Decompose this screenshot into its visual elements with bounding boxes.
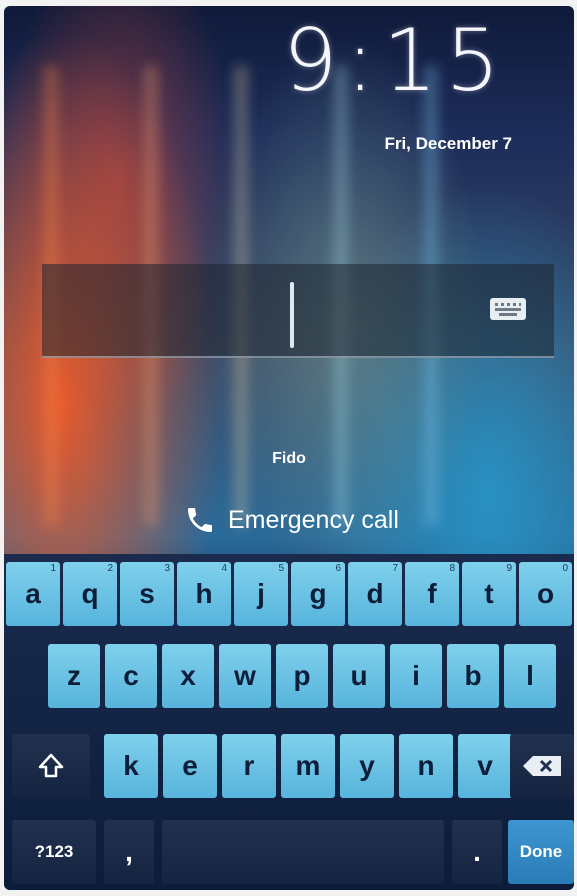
key-i[interactable]: i — [390, 644, 442, 708]
password-field[interactable] — [42, 264, 554, 358]
phone-icon — [188, 508, 212, 532]
key-l[interactable]: l — [504, 644, 556, 708]
space-key[interactable] — [162, 820, 444, 884]
key-c[interactable]: c — [105, 644, 157, 708]
text-cursor — [290, 282, 294, 348]
key-p[interactable]: p — [276, 644, 328, 708]
clock-date: Fri, December 7 — [384, 134, 512, 153]
key-q[interactable]: q2 — [63, 562, 117, 626]
key-b[interactable]: b — [447, 644, 499, 708]
key-k[interactable]: k — [104, 734, 158, 798]
key-y[interactable]: y — [340, 734, 394, 798]
key-m[interactable]: m — [281, 734, 335, 798]
key-g[interactable]: g6 — [291, 562, 345, 626]
symbols-key[interactable]: ?123 — [12, 820, 96, 884]
key-n[interactable]: n — [399, 734, 453, 798]
key-e[interactable]: e — [163, 734, 217, 798]
emergency-call-button[interactable]: Emergency call — [184, 502, 399, 538]
comma-key[interactable]: , — [104, 820, 154, 884]
key-f[interactable]: f8 — [405, 562, 459, 626]
emergency-call-label: Emergency call — [228, 505, 399, 534]
key-w[interactable]: w — [219, 644, 271, 708]
key-z[interactable]: z — [48, 644, 100, 708]
key-r[interactable]: r — [222, 734, 276, 798]
backspace-key[interactable] — [510, 734, 574, 798]
shift-arrow-icon — [38, 753, 64, 778]
soft-keyboard: a1 q2 s3 h4 j5 g6 d7 f8 t9 o0 z c x w p … — [4, 554, 574, 890]
key-u[interactable]: u — [333, 644, 385, 708]
key-h[interactable]: h4 — [177, 562, 231, 626]
backspace-icon — [523, 756, 561, 776]
done-key[interactable]: Done — [508, 820, 574, 884]
keyboard-icon[interactable] — [490, 298, 526, 320]
key-a[interactable]: a1 — [6, 562, 60, 626]
key-j[interactable]: j5 — [234, 562, 288, 626]
shift-key[interactable] — [12, 734, 90, 798]
period-key[interactable]: . — [452, 820, 502, 884]
carrier-label: Fido — [272, 450, 306, 467]
key-x[interactable]: x — [162, 644, 214, 708]
key-v[interactable]: v — [458, 734, 512, 798]
key-o[interactable]: o0 — [519, 562, 572, 626]
clock-time: 9:15 — [282, 11, 508, 111]
key-s[interactable]: s3 — [120, 562, 174, 626]
key-t[interactable]: t9 — [462, 562, 516, 626]
lockscreen: 9:15 Fri, December 7 Fido Emergency call… — [4, 6, 574, 890]
key-d[interactable]: d7 — [348, 562, 402, 626]
